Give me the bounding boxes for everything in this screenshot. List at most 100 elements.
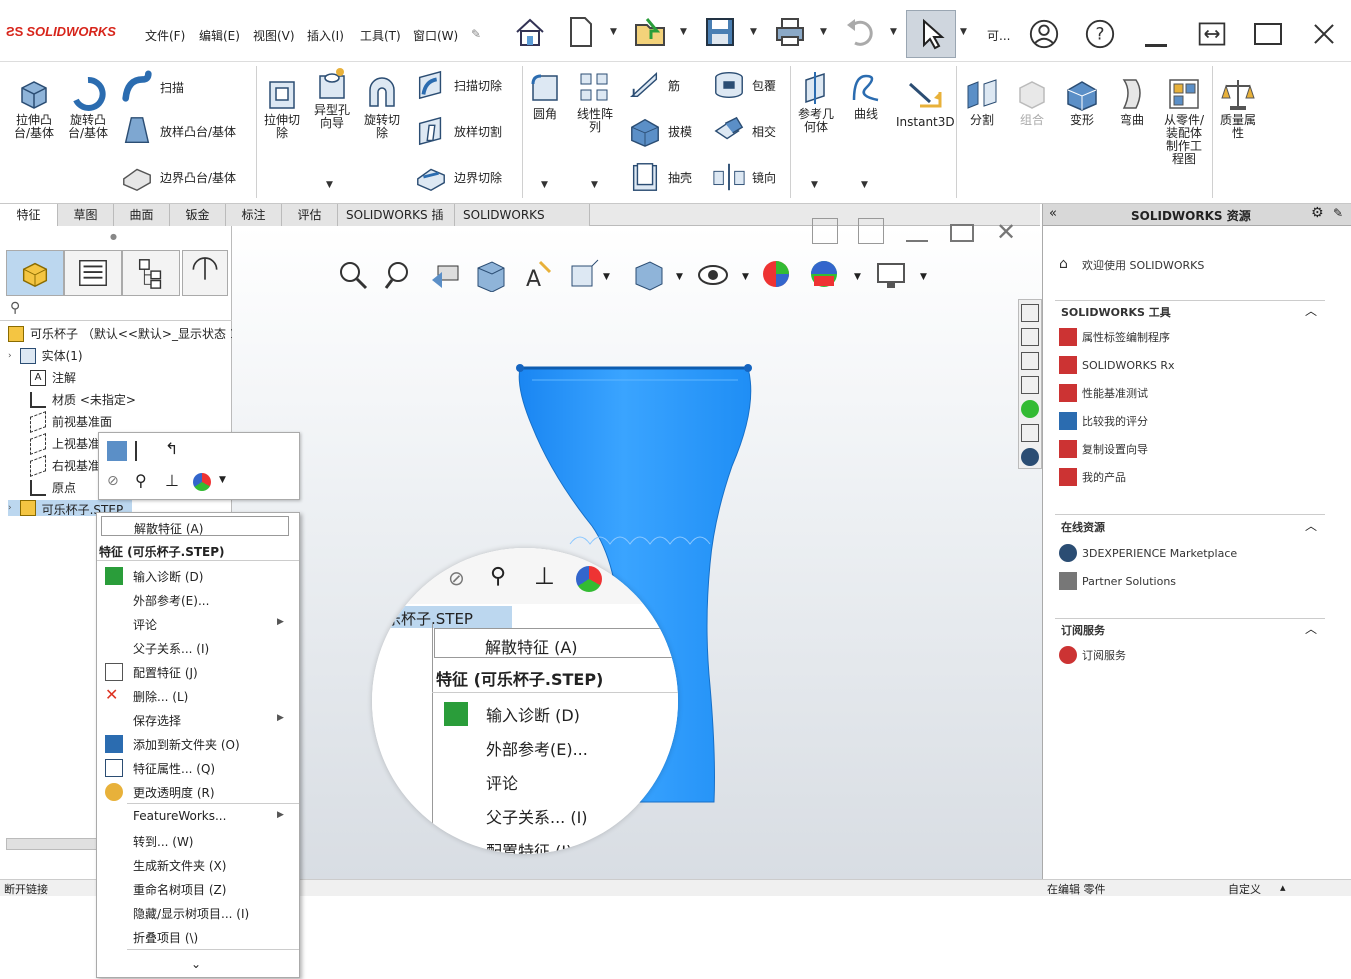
property-manager-tab[interactable] xyxy=(64,250,122,296)
viewport-restore-icon[interactable] xyxy=(950,224,974,242)
menu-item-collapse-items[interactable]: 折叠项目 (\) xyxy=(133,929,198,946)
appearances-tab-icon[interactable] xyxy=(1021,400,1039,418)
status-units-dropdown-icon[interactable]: ▴ xyxy=(1280,881,1286,894)
open-dropdown-icon[interactable]: ▼ xyxy=(680,27,687,37)
expand-icon[interactable]: › xyxy=(8,351,12,361)
tools-item-property-tab-builder[interactable]: 属性标签编制程序 xyxy=(1059,328,1170,346)
instant3d-button[interactable]: Instant3D xyxy=(896,78,955,129)
zoom-to-selection-icon[interactable]: ⚲ xyxy=(135,471,147,490)
revolve-boss-button[interactable]: 旋转凸 台/基体 xyxy=(62,76,114,140)
tree-item-annotations[interactable]: A 注解 xyxy=(30,369,76,386)
resources-tab-icon[interactable] xyxy=(1021,304,1039,322)
tools-item-my-products[interactable]: 我的产品 xyxy=(1059,468,1126,486)
new-dropdown-icon[interactable]: ▼ xyxy=(610,27,617,37)
home-icon[interactable] xyxy=(510,12,550,52)
minimize-icon[interactable] xyxy=(1136,14,1176,54)
display-style-dropdown-icon[interactable]: ▼ xyxy=(676,272,683,282)
mass-properties-button[interactable]: 质量属 性 xyxy=(1214,76,1262,140)
extrude-cut-button[interactable]: 拉伸切 除 xyxy=(258,76,306,140)
menu-item-featureworks[interactable]: FeatureWorks... xyxy=(133,809,226,823)
zoom-to-fit-icon[interactable] xyxy=(336,258,370,292)
normal-to-icon[interactable]: ⊥ xyxy=(165,471,179,490)
section-view-icon[interactable] xyxy=(474,258,508,293)
hole-dropdown-icon[interactable]: ▼ xyxy=(326,180,333,190)
menu-item-create-new-folder[interactable]: 生成新文件夹 (X) xyxy=(133,857,226,874)
tab-features[interactable]: 特征 xyxy=(0,204,58,226)
apply-scene-icon[interactable] xyxy=(808,258,842,292)
select-button[interactable] xyxy=(906,10,956,58)
tab-markup[interactable]: 标注 xyxy=(226,204,282,226)
3dexperience-tab-icon[interactable] xyxy=(1021,448,1039,466)
appearance-icon[interactable] xyxy=(193,473,211,491)
tab-evaluate[interactable]: 评估 xyxy=(282,204,338,226)
fillet-button[interactable]: 圆角 xyxy=(524,70,566,121)
feature-manager-tab[interactable] xyxy=(6,250,64,296)
draft-button[interactable]: 拔模 xyxy=(628,114,692,148)
menu-view[interactable]: 视图(V) xyxy=(253,27,295,44)
pattern-dropdown-icon[interactable]: ▼ xyxy=(591,180,598,190)
viewport-close-icon[interactable]: ✕ xyxy=(996,218,1016,246)
status-units[interactable]: 自定义 xyxy=(1228,881,1261,897)
menu-item-configure-feature[interactable]: 配置特征 (J) xyxy=(133,664,198,681)
viewport-minimize-icon[interactable] xyxy=(906,240,928,242)
viewport-tile-right-icon[interactable] xyxy=(858,218,884,244)
deform-button[interactable]: 变形 xyxy=(1060,76,1104,127)
menu-item-go-to[interactable]: 转到... (W) xyxy=(133,833,194,850)
linear-pattern-button[interactable]: 线性阵 列 xyxy=(570,70,620,134)
menu-file[interactable]: 文件(F) xyxy=(145,27,185,44)
undo-edit-icon[interactable]: ↰ xyxy=(165,439,178,458)
tree-root[interactable]: 可乐杯子 （默认<<默认>_显示状态 1 xyxy=(8,325,237,342)
curves-button[interactable]: 曲线 xyxy=(842,70,890,121)
loft-button[interactable]: 放样凸台/基体 xyxy=(120,114,236,148)
menu-item-save-selection[interactable]: 保存选择 xyxy=(133,712,181,729)
menu-edit[interactable]: 编辑(E) xyxy=(199,27,240,44)
tree-item-top-plane[interactable]: 上视基准面 xyxy=(30,432,98,455)
view-palette-tab-icon[interactable] xyxy=(1021,376,1039,394)
subscription-item[interactable]: 订阅服务 xyxy=(1059,646,1126,664)
combine-button[interactable]: 组合 xyxy=(1010,76,1054,127)
edit-appearance-icon[interactable] xyxy=(760,258,794,292)
edit-feature-icon[interactable] xyxy=(107,441,127,461)
user-account-icon[interactable] xyxy=(1024,14,1064,54)
maximize-icon[interactable] xyxy=(1248,14,1288,54)
menu-item-rename-tree-item[interactable]: 重命名树项目 (Z) xyxy=(133,881,226,898)
sweep-button[interactable]: 扫描 xyxy=(120,70,184,104)
panel-grip-icon[interactable]: ● xyxy=(110,232,117,241)
print-dropdown-icon[interactable]: ▼ xyxy=(820,27,827,37)
tools-item-solidworks-rx[interactable]: SOLIDWORKS Rx xyxy=(1059,356,1175,374)
tree-item-front-plane[interactable]: 前视基准面 xyxy=(30,410,112,433)
menu-window[interactable]: 窗口(W) xyxy=(413,27,458,44)
rollback-icon[interactable] xyxy=(135,441,155,461)
open-icon[interactable] xyxy=(630,12,670,52)
save-icon[interactable] xyxy=(700,12,740,52)
menu-item-import-diagnostics[interactable]: 输入诊断 (D) xyxy=(133,568,203,585)
collapse-tools-icon[interactable]: ︿ xyxy=(1305,302,1317,319)
refgeom-dropdown-icon[interactable]: ▼ xyxy=(811,180,818,190)
split-button[interactable]: 分割 xyxy=(960,76,1004,127)
filter-icon[interactable]: ⚲ xyxy=(10,300,20,316)
collapse-pane-icon[interactable]: « xyxy=(1049,206,1057,221)
tab-surfaces[interactable]: 曲面 xyxy=(114,204,170,226)
online-item-3dexperience[interactable]: 3DEXPERIENCE Marketplace xyxy=(1059,544,1237,562)
search-commands[interactable]: 可... xyxy=(987,27,1010,44)
viewport-tile-left-icon[interactable] xyxy=(812,218,838,244)
fillet-dropdown-icon[interactable]: ▼ xyxy=(541,180,548,190)
custom-properties-tab-icon[interactable] xyxy=(1021,424,1039,442)
revolve-cut-button[interactable]: 旋转切 除 xyxy=(358,76,406,140)
help-icon[interactable]: ? xyxy=(1080,14,1120,54)
tools-item-copy-settings[interactable]: 复制设置向导 xyxy=(1059,440,1148,458)
extrude-boss-button[interactable]: 拉伸凸 台/基体 xyxy=(8,76,60,140)
restore-panels-icon[interactable] xyxy=(1192,14,1232,54)
tree-item-material[interactable]: 材质 <未指定> xyxy=(30,391,136,408)
dynamic-annotation-icon[interactable]: A xyxy=(520,258,554,292)
expand-menu-icon[interactable]: ⌄ xyxy=(191,957,201,971)
expand-icon[interactable]: › xyxy=(8,503,12,513)
collapse-subscription-icon[interactable]: ︿ xyxy=(1305,620,1317,637)
welcome-item[interactable]: ⌂ 欢迎使用 SOLIDWORKS xyxy=(1059,256,1204,274)
horizontal-scrollbar[interactable] xyxy=(6,838,98,850)
hide-show-icon[interactable] xyxy=(696,258,730,292)
design-library-tab-icon[interactable] xyxy=(1021,328,1039,346)
tab-solidworks-addins[interactable]: SOLIDWORKS 插件 xyxy=(338,204,455,244)
hide-show-dropdown-icon[interactable]: ▼ xyxy=(742,272,749,282)
lofted-cut-button[interactable]: 放样切割 xyxy=(414,114,502,148)
